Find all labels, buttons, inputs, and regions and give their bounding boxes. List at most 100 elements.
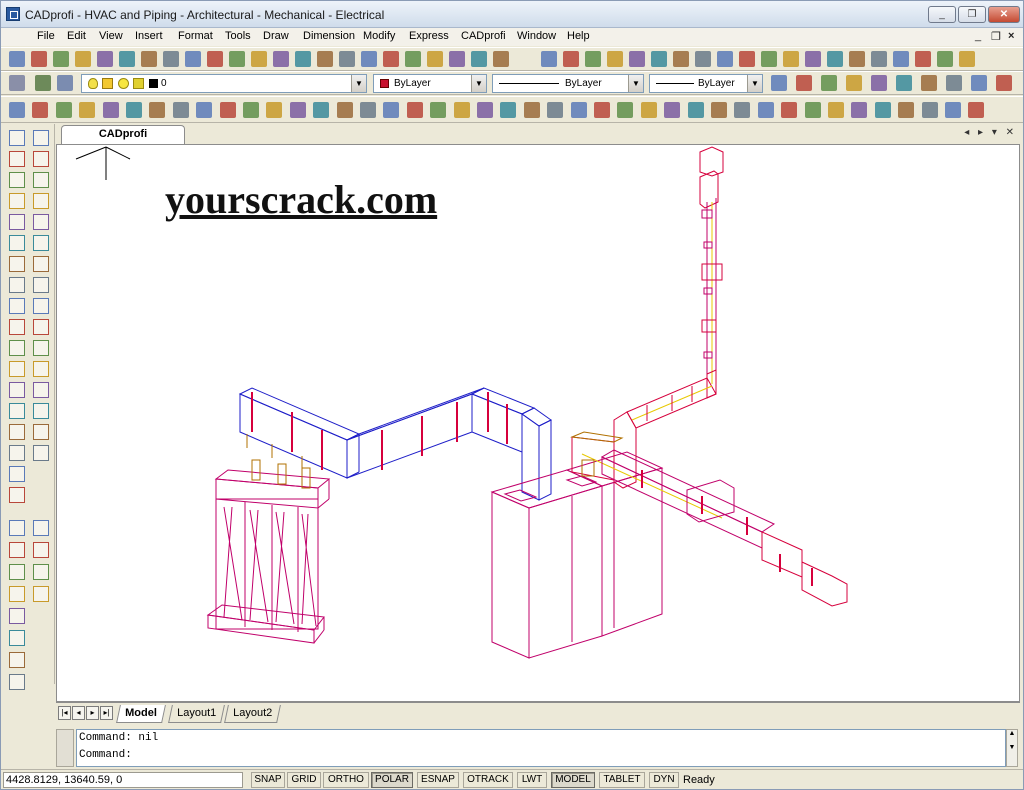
cadprofi-tool-3-icon[interactable] [585,51,601,67]
menu-dimension[interactable]: Dimension [303,30,355,42]
cadprofi-hvac-4-icon[interactable] [846,75,862,91]
layer-previous-icon[interactable] [57,75,73,91]
arc-icon[interactable] [9,235,25,251]
polyline-icon[interactable] [9,172,25,188]
cadprofi-symbol-40-icon[interactable] [921,102,938,118]
cut-icon[interactable] [141,51,157,67]
cadprofi-hvac-9-icon[interactable] [971,75,987,91]
cadprofi-tool-16-icon[interactable] [871,51,887,67]
point-icon[interactable] [9,403,25,419]
cadprofi-symbol-6-icon[interactable] [126,102,142,118]
cadprofi-hvac-8-icon[interactable] [946,75,962,91]
cadprofi-symbol-20-icon[interactable] [453,102,470,118]
close-button[interactable]: ✕ [988,6,1020,23]
redo-icon[interactable] [251,51,267,67]
paste-icon[interactable] [185,51,201,67]
hatch-icon[interactable] [9,424,25,440]
ellipse-icon[interactable] [9,319,25,335]
plot-icon[interactable] [75,51,91,67]
cadprofi-tool-9-icon[interactable] [717,51,733,67]
cadprofi-tool-20-icon[interactable] [959,51,975,67]
cadprofi-tool-11-icon[interactable] [761,51,777,67]
undo-icon[interactable] [229,51,245,67]
lock-icon[interactable] [133,78,144,89]
cadprofi-tool-1-icon[interactable] [541,51,557,67]
cadprofi-hvac-1-icon[interactable] [771,75,787,91]
chamfer-icon[interactable] [33,403,49,419]
menu-express[interactable]: Express [409,30,449,42]
cadprofi-symbol-29-icon[interactable] [664,102,681,118]
cadprofi-extra-10-icon[interactable] [33,542,49,558]
cadprofi-tool-8-icon[interactable] [695,51,711,67]
cadprofi-hvac-3-icon[interactable] [821,75,837,91]
cadprofi-symbol-33-icon[interactable] [757,102,774,118]
otrack-toggle[interactable]: OTRACK [463,772,513,788]
circle-icon[interactable] [9,256,25,272]
cadprofi-symbol-8-icon[interactable] [172,102,189,118]
cadprofi-extra-5-icon[interactable] [9,608,25,624]
cadprofi-symbol-3-icon[interactable] [55,102,72,118]
cadprofi-symbol-27-icon[interactable] [617,102,634,118]
cadprofi-symbol-21-icon[interactable] [477,102,493,118]
calc-icon[interactable] [471,51,487,67]
minimize-button[interactable]: _ [928,6,956,23]
menu-modify[interactable]: Modify [363,30,395,42]
cadprofi-symbol-15-icon[interactable] [336,102,353,118]
dyn-toggle[interactable]: DYN [649,772,679,788]
cadprofi-symbol-36-icon[interactable] [828,102,844,118]
cadprofi-symbol-25-icon[interactable] [570,102,587,118]
cadprofi-symbol-28-icon[interactable] [640,102,657,118]
color-dropdown[interactable]: ByLayer ▼ [373,74,487,93]
zoom-previous-icon[interactable] [339,51,355,67]
ellipse-arc-icon[interactable] [9,340,25,356]
cadprofi-symbol-5-icon[interactable] [102,102,119,118]
insert-block-icon[interactable] [9,361,25,377]
cadprofi-tool-13-icon[interactable] [805,51,821,67]
trim-icon[interactable] [33,319,49,335]
doc-minimize-button[interactable]: _ [975,30,981,42]
spline-icon[interactable] [9,298,25,314]
cadprofi-extra-4-icon[interactable] [9,586,25,602]
cadprofi-symbol-34-icon[interactable] [781,102,798,118]
cadprofi-symbol-17-icon[interactable] [383,102,400,118]
cadprofi-symbol-37-icon[interactable] [851,102,868,118]
menu-edit[interactable]: Edit [67,30,86,42]
cadprofi-tool-6-icon[interactable] [651,51,667,67]
cadprofi-tool-4-icon[interactable] [607,51,623,67]
extend-icon[interactable] [33,340,49,356]
cadprofi-tool-17-icon[interactable] [893,51,909,67]
cadprofi-tool-18-icon[interactable] [915,51,931,67]
cadprofi-symbol-22-icon[interactable] [500,102,517,118]
cadprofi-symbol-35-icon[interactable] [804,102,821,118]
stretch-icon[interactable] [33,298,49,314]
layer-manager-icon[interactable] [9,75,25,91]
cadprofi-symbol-39-icon[interactable] [898,102,915,118]
cadprofi-symbol-12-icon[interactable] [266,102,283,118]
chevron-down-icon[interactable]: ▼ [471,75,486,92]
tablet-toggle[interactable]: TABLET [599,772,645,788]
cadprofi-symbol-24-icon[interactable] [547,102,564,118]
cadprofi-tool-14-icon[interactable] [827,51,843,67]
copy-obj-icon[interactable] [33,151,49,167]
layer-dropdown[interactable]: 0 ▼ [81,74,367,93]
help-icon[interactable] [493,51,509,67]
tab-controls[interactable]: ◂ ▸ ▾ ✕ [964,127,1017,138]
cadprofi-symbol-11-icon[interactable] [243,102,259,118]
cadprofi-symbol-7-icon[interactable] [149,102,166,118]
scale-icon[interactable] [33,277,49,293]
menu-tools[interactable]: Tools [225,30,251,42]
menu-view[interactable]: View [99,30,123,42]
esnap-toggle[interactable]: ESNAP [417,772,459,788]
cadprofi-symbol-4-icon[interactable] [79,102,96,118]
cadprofi-symbol-13-icon[interactable] [289,102,306,118]
zoom-window-icon[interactable] [317,51,333,67]
mirror-icon[interactable] [33,172,49,188]
explode-icon[interactable] [33,445,49,461]
cadprofi-symbol-2-icon[interactable] [32,102,49,118]
move-icon[interactable] [33,235,49,251]
cadprofi-extra-6-icon[interactable] [9,630,25,646]
cadprofi-hvac-5-icon[interactable] [871,75,887,91]
cadprofi-hvac-10-icon[interactable] [996,75,1012,91]
cadprofi-symbol-41-icon[interactable] [945,102,961,118]
cadprofi-hvac-2-icon[interactable] [796,75,812,91]
